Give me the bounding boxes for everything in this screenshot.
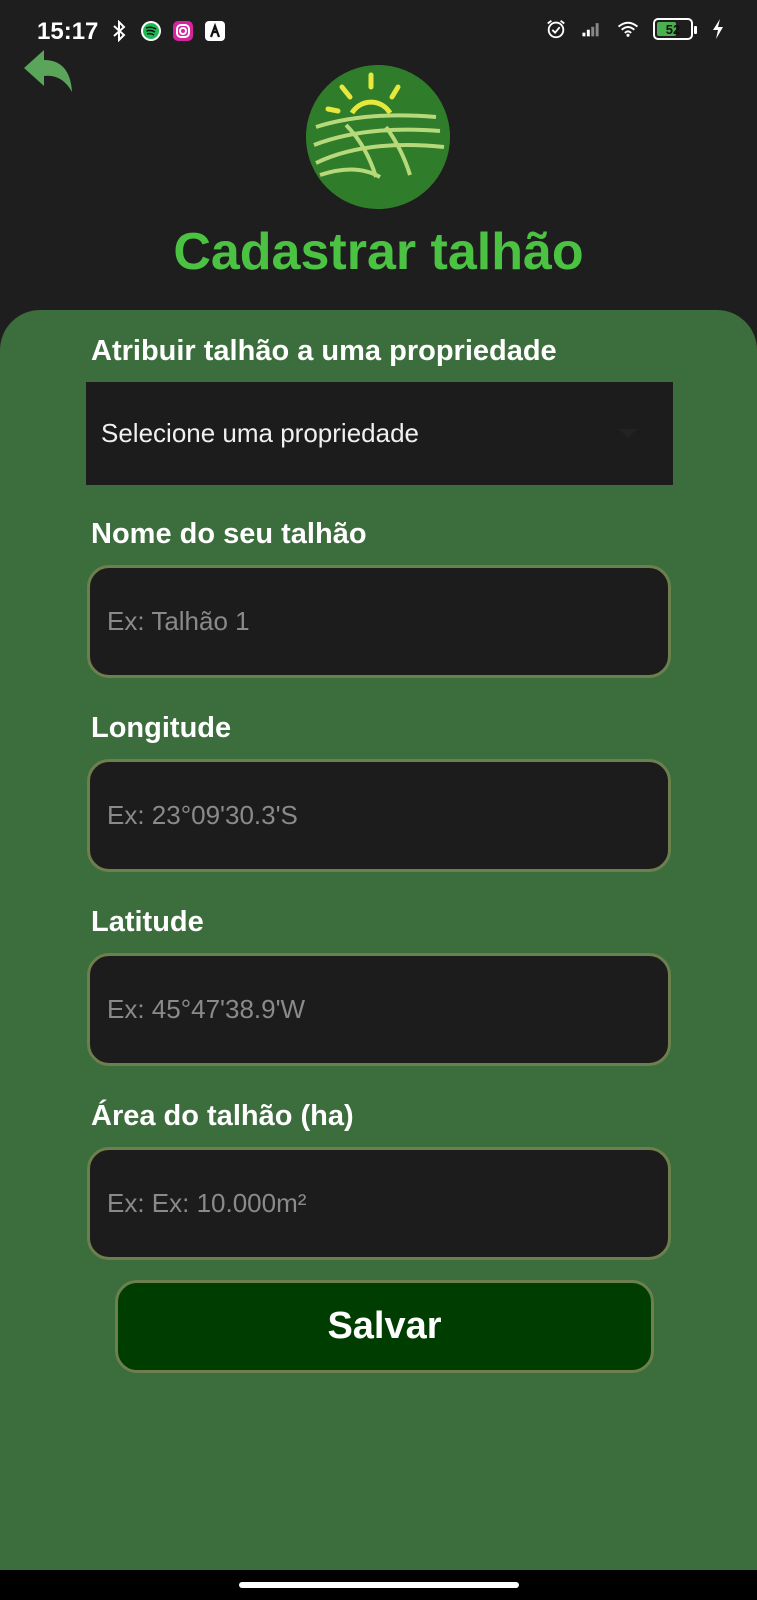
wifi-icon — [617, 18, 639, 40]
property-select[interactable]: Selecione uma propriedade — [86, 382, 673, 485]
save-button[interactable]: Salvar — [115, 1280, 654, 1373]
name-label: Nome do seu talhão — [91, 518, 367, 550]
home-handle[interactable] — [239, 1582, 519, 1588]
status-bar: 15:17 52 — [0, 0, 757, 64]
chevron-down-icon — [619, 429, 637, 438]
longitude-input[interactable] — [87, 759, 671, 872]
status-time: 15:17 — [37, 18, 99, 45]
name-input[interactable] — [87, 565, 671, 678]
system-icons: 52 — [545, 18, 729, 40]
latitude-input[interactable] — [87, 953, 671, 1066]
alarm-icon — [545, 18, 567, 40]
battery-icon: 52 — [653, 18, 697, 40]
signal-icon — [581, 18, 603, 40]
navigation-bar — [0, 1570, 757, 1600]
app-icon — [204, 20, 226, 42]
latitude-label: Latitude — [91, 906, 204, 938]
property-select-value: Selecione uma propriedade — [101, 418, 419, 448]
spotify-icon — [140, 20, 162, 42]
property-label: Atribuir talhão a uma propriedade — [91, 335, 557, 367]
area-input[interactable] — [87, 1147, 671, 1260]
area-label: Área do talhão (ha) — [91, 1100, 354, 1132]
back-button[interactable] — [22, 48, 76, 94]
app-logo — [306, 65, 450, 209]
form-card — [0, 310, 757, 1570]
longitude-label: Longitude — [91, 712, 232, 744]
notification-icons — [108, 20, 226, 42]
instagram-icon — [172, 20, 194, 42]
bluetooth-icon — [108, 20, 130, 42]
back-arrow-icon — [24, 50, 72, 92]
charging-icon — [707, 18, 729, 40]
page-title: Cadastrar talhão — [173, 223, 584, 281]
battery-level: 52 — [665, 21, 681, 37]
